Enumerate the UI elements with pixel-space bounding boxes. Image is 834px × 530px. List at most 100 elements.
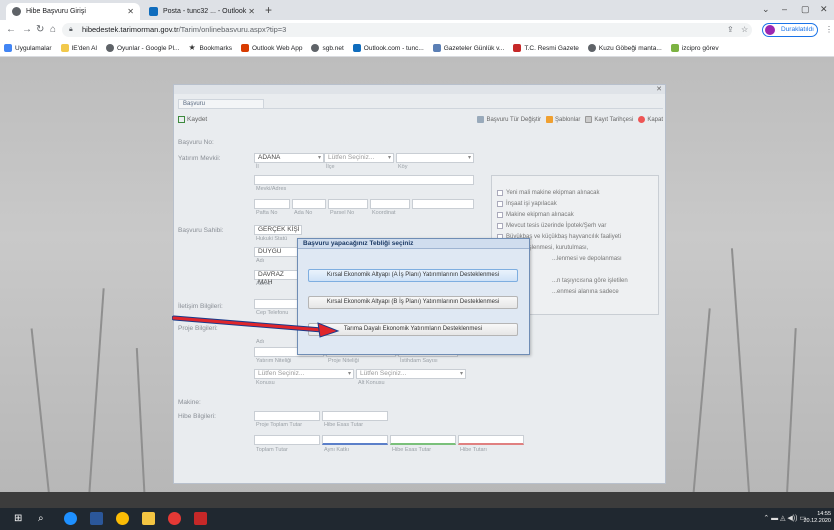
internet-explorer-icon[interactable] — [64, 512, 77, 525]
toplam-tutar-input[interactable] — [254, 435, 320, 445]
share-icon[interactable]: ⇪ — [727, 25, 734, 34]
checkbox-new-machine[interactable]: Yeni mali makine ekipman alınacak — [497, 190, 600, 196]
search-icon[interactable]: ⌕ — [38, 512, 51, 525]
bookmark-item[interactable]: sgb.net — [311, 44, 344, 52]
history-button[interactable]: Kayıt Tarihçesi — [585, 116, 633, 123]
new-tab-button[interactable]: + — [265, 3, 272, 17]
koordinat-2-input[interactable] — [412, 199, 474, 209]
hibe-esas-input[interactable] — [322, 411, 388, 421]
parsel-input[interactable] — [328, 199, 368, 209]
checkbox-mortgage[interactable]: Mevcut tesis üzerinde İpotek/Şerh var — [497, 223, 606, 229]
outlook-app-icon[interactable] — [90, 512, 103, 525]
save-button[interactable]: Kaydet — [178, 116, 207, 123]
alt-konusu-select[interactable]: Lütfen Seçiniz... — [356, 369, 466, 379]
ayni-katki-input[interactable] — [322, 435, 388, 445]
hibe-tutari-input[interactable] — [458, 435, 524, 445]
hukuki-statu-select[interactable]: GERÇEK KİŞİ — [254, 225, 302, 235]
profile-paused-button[interactable]: Duraklatıldı — [762, 23, 818, 37]
background-grass — [87, 288, 105, 508]
url-field[interactable]: 🔒︎ hibedestek.tarimorman.gov.tr/Tarim/on… — [62, 23, 752, 37]
menu-icon[interactable]: ⋮ — [825, 25, 833, 34]
home-icon[interactable]: ⌂ — [50, 24, 56, 35]
opera-icon[interactable] — [168, 512, 181, 525]
proje-toplam-input[interactable] — [254, 411, 320, 421]
background-grass — [785, 328, 797, 508]
cep-telefonu-input[interactable] — [254, 299, 298, 309]
hibe-esas-tutar-input[interactable] — [390, 435, 456, 445]
globe-icon — [587, 44, 596, 52]
taskbar-clock[interactable]: 14:55 20.12.2020 — [803, 511, 831, 525]
reload-icon[interactable]: ↻ — [36, 24, 44, 35]
avatar — [765, 25, 775, 35]
ilce-select[interactable]: Lütfen Seçiniz... — [324, 153, 394, 163]
sub-label: Hukuki Statü — [256, 236, 288, 242]
tab-outlook[interactable]: Posta - tunc32 ... - Outlook ✕ — [143, 3, 261, 20]
checkbox-construction[interactable]: İnşaat işi yapılacak — [497, 201, 557, 207]
bookmark-item[interactable]: izcipro görev — [670, 44, 719, 52]
outlook-icon — [149, 7, 158, 16]
sub-label: Alt Konusu — [358, 380, 385, 386]
sub-label: Hibe Esas Tutar — [392, 447, 432, 453]
ada-input[interactable] — [292, 199, 326, 209]
change-type-button[interactable]: Başvuru Tür Değiştir — [477, 116, 541, 123]
file-explorer-icon[interactable] — [142, 512, 155, 525]
clock-time: 14:55 — [817, 511, 831, 517]
close-icon[interactable]: ✕ — [127, 7, 134, 16]
bookmark-item[interactable]: Kuzu Göbeği manta... — [587, 44, 662, 52]
windows-start-icon[interactable]: ⊞ — [14, 512, 27, 525]
close-icon[interactable]: ✕ — [248, 7, 255, 16]
option-b-business-plan-button[interactable]: Kırsal Ekonomik Altyapı (B İş Planı) Yat… — [308, 296, 518, 309]
windows-taskbar: ⊞ ⌕ ⌃ ▬ ◬ ◀)) ▭ 14:55 20.12.2020 — [0, 508, 834, 530]
checkbox-machine[interactable]: Makine ekipman alınacak — [497, 212, 574, 218]
red-arrow-annotation — [172, 315, 340, 338]
option-a-business-plan-button[interactable]: Kırsal Ekonomik Altyapı (A İş Planı) Yat… — [308, 269, 518, 282]
tab-hibe-basvuru[interactable]: Hibe Başvuru Girişi ✕ — [6, 3, 140, 20]
il-select[interactable]: ADANA — [254, 153, 324, 163]
chrome-icon[interactable] — [116, 512, 129, 525]
back-arrow-icon[interactable]: ← — [6, 24, 16, 35]
bookmark-item[interactable]: IE'den Al — [60, 44, 97, 52]
bookmark-item[interactable]: Outlook Web App — [240, 44, 302, 52]
mevki-adres-input[interactable] — [254, 175, 474, 185]
sub-label: Ada No — [294, 210, 313, 216]
label-iletisim: İletişim Bilgileri: — [178, 303, 223, 310]
close-form-button[interactable]: Kapat — [638, 116, 663, 123]
bookmark-item[interactable]: ★ Bookmarks — [188, 44, 232, 52]
arrow-head — [317, 322, 340, 338]
url-path: /Tarim/onlinebasvuru.aspx?tip=3 — [178, 25, 287, 34]
close-icon[interactable]: ✕ — [656, 85, 662, 93]
bookmark-item[interactable]: Gazeteler Günlük v... — [432, 44, 504, 52]
maximize-button[interactable]: ▢ — [801, 4, 810, 15]
templates-button[interactable]: Şablonlar — [546, 116, 580, 123]
label-hibe: Hibe Bilgileri: — [178, 413, 216, 420]
adi-input[interactable]: DUYGU — [254, 247, 298, 257]
sub-label: Mevki/Adres — [256, 186, 287, 192]
sub-label: Konusu — [256, 380, 275, 386]
bookmark-item[interactable]: T.C. Resmi Gazete — [513, 44, 579, 52]
sub-label: İlçe — [326, 164, 335, 170]
background-grass — [30, 328, 52, 508]
adres-input[interactable]: DAVRAZ MAH — [254, 270, 298, 286]
minimize-button[interactable]: – — [782, 4, 787, 14]
bookmark-item[interactable]: Oyunlar - Google Pl... — [105, 44, 179, 52]
sub-label: Köy — [398, 164, 408, 170]
apps-grid-icon — [4, 44, 12, 52]
close-window-button[interactable]: ✕ — [820, 4, 828, 15]
checkbox-text-continued: ...enmesi alanına sadece — [552, 289, 619, 295]
konusu-select[interactable]: Lütfen Seçiniz... — [254, 369, 354, 379]
tab-title: Posta - tunc32 ... - Outlook — [163, 8, 247, 15]
forward-arrow-icon[interactable]: → — [22, 24, 32, 35]
koy-select[interactable] — [396, 153, 474, 163]
system-tray-icons[interactable]: ⌃ ▬ ◬ ◀)) ▭ — [763, 514, 806, 522]
bookmark-item[interactable]: Outlook.com - tunc... — [352, 44, 424, 52]
chevron-down-icon[interactable]: ⌄ — [762, 4, 770, 15]
pafta-input[interactable] — [254, 199, 290, 209]
sub-label: Adı — [256, 258, 265, 264]
url-host: hibedestek.tarimorman.gov.tr — [82, 25, 179, 34]
koordinat-input[interactable] — [370, 199, 410, 209]
globe-icon — [105, 44, 114, 52]
star-icon[interactable]: ☆ — [741, 25, 748, 34]
toolbar-actions: Başvuru Tür Değiştir Şablonlar Kayıt Tar… — [472, 116, 663, 123]
bookmark-item[interactable]: Uygulamalar — [4, 44, 52, 52]
acrobat-icon[interactable] — [194, 512, 207, 525]
